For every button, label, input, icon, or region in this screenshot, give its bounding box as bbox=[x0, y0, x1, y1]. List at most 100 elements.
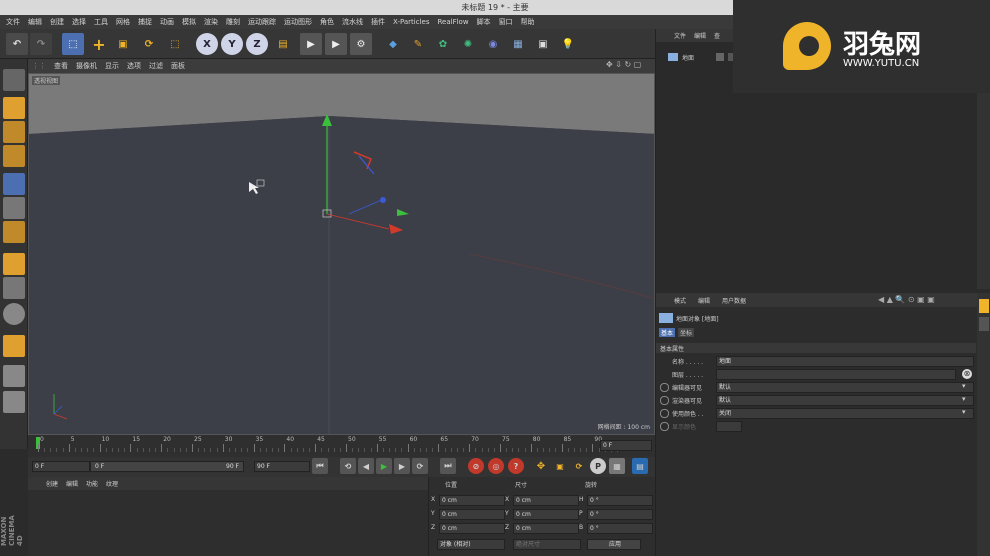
layers-side-tab[interactable] bbox=[979, 317, 989, 331]
select-tool-icon[interactable]: ⬚ bbox=[62, 33, 84, 55]
redo-icon[interactable]: ↷ bbox=[30, 33, 52, 55]
keyframe-selection-icon[interactable]: ? bbox=[508, 458, 524, 474]
camera-icon[interactable]: ▣ bbox=[532, 33, 554, 55]
render-settings-icon[interactable]: ⚙ bbox=[350, 33, 372, 55]
position-field[interactable]: 0 cm bbox=[439, 523, 505, 534]
attr-field[interactable]: 默认 bbox=[716, 382, 974, 393]
floor-icon[interactable]: ▦ bbox=[507, 33, 529, 55]
deformer-icon[interactable]: ◉ bbox=[482, 33, 504, 55]
rotation-field[interactable]: 0 ° bbox=[587, 523, 653, 534]
scale-key-icon[interactable]: ▣ bbox=[552, 458, 568, 474]
animation-toggle-icon[interactable] bbox=[660, 409, 669, 418]
workplane-mode-icon[interactable] bbox=[3, 145, 25, 167]
frame-range-slider[interactable]: 0 F 90 F bbox=[90, 461, 244, 472]
color-swatch[interactable] bbox=[716, 421, 742, 432]
menu-item[interactable]: 流水线 bbox=[342, 17, 363, 27]
menu-item[interactable]: 编辑 bbox=[28, 17, 42, 27]
menu-item[interactable]: 模拟 bbox=[182, 17, 196, 27]
axis-mode-icon[interactable] bbox=[3, 253, 25, 275]
model-mode-icon[interactable] bbox=[3, 97, 25, 119]
apply-button[interactable]: 应用 bbox=[587, 539, 641, 550]
workplane-lock-icon[interactable] bbox=[3, 365, 25, 387]
menu-item[interactable]: 文件 bbox=[6, 17, 20, 27]
record-icon[interactable]: ⊘ bbox=[468, 458, 484, 474]
coord-mode-select[interactable]: 对象 (相对) bbox=[437, 539, 505, 550]
tab-basic[interactable]: 基本 bbox=[659, 328, 676, 337]
viewport-menu-item[interactable]: 摄像机 bbox=[76, 61, 97, 71]
render-view-icon[interactable]: ▶ bbox=[300, 33, 322, 55]
coordinate-system-icon[interactable]: ▤ bbox=[272, 33, 294, 55]
animation-toggle-icon[interactable] bbox=[660, 396, 669, 405]
rotation-field[interactable]: 0 ° bbox=[587, 509, 653, 520]
object-item-floor[interactable]: 地面 bbox=[682, 53, 694, 62]
menu-item[interactable]: 帮助 bbox=[521, 17, 535, 27]
menu-item[interactable]: 插件 bbox=[371, 17, 385, 27]
attr-nav-icons[interactable]: ◀ ▲ 🔍 ⊙ ▣ ▣ bbox=[878, 295, 935, 304]
timeline-window-icon[interactable]: ▤ bbox=[632, 458, 648, 474]
render-picture-viewer-icon[interactable]: ▶ bbox=[325, 33, 347, 55]
material-tab[interactable]: 纹理 bbox=[106, 479, 118, 488]
next-frame-icon[interactable]: ▶ bbox=[394, 458, 410, 474]
move-tool-icon[interactable]: + bbox=[88, 33, 110, 55]
menu-item[interactable]: 脚本 bbox=[477, 17, 491, 27]
position-field[interactable]: 0 cm bbox=[439, 495, 505, 506]
menu-item[interactable]: 窗口 bbox=[499, 17, 513, 27]
snap-icon[interactable] bbox=[3, 303, 25, 325]
attribute-tab[interactable]: 模式 bbox=[674, 296, 686, 305]
subdivision-icon[interactable]: ✿ bbox=[432, 33, 454, 55]
menu-item[interactable]: 网格 bbox=[116, 17, 130, 27]
position-field[interactable]: 0 cm bbox=[439, 509, 505, 520]
light-icon[interactable]: 💡 bbox=[557, 33, 579, 55]
menu-item[interactable]: 捕捉 bbox=[138, 17, 152, 27]
menu-item[interactable]: 角色 bbox=[320, 17, 334, 27]
tab-coord[interactable]: 坐标 bbox=[678, 328, 695, 337]
magnet-icon[interactable] bbox=[3, 335, 25, 357]
make-editable-icon[interactable] bbox=[3, 69, 25, 91]
attribute-tab[interactable]: 编辑 bbox=[698, 296, 710, 305]
attr-field[interactable]: 地面 bbox=[716, 356, 974, 367]
y-axis-lock-button[interactable]: Y bbox=[221, 33, 243, 55]
prev-frame-icon[interactable]: ◀ bbox=[358, 458, 374, 474]
size-field[interactable]: 0 cm bbox=[513, 509, 579, 520]
cube-icon[interactable]: ◆ bbox=[382, 33, 404, 55]
recent-tool-icon[interactable]: ⬚ bbox=[164, 33, 186, 55]
menu-item[interactable]: 创建 bbox=[50, 17, 64, 27]
viewport-menu-item[interactable]: 显示 bbox=[105, 61, 119, 71]
attr-field[interactable]: 默认 bbox=[716, 395, 974, 406]
attributes-side-tab[interactable] bbox=[979, 299, 989, 313]
attribute-tab[interactable]: 用户数据 bbox=[722, 296, 746, 305]
undo-icon[interactable]: ↶ bbox=[6, 33, 28, 55]
animation-toggle-icon[interactable] bbox=[660, 383, 669, 392]
parameter-key-icon[interactable]: P bbox=[590, 458, 606, 474]
visibility-icon[interactable] bbox=[716, 53, 724, 61]
mograph-icon[interactable]: ✺ bbox=[457, 33, 479, 55]
points-mode-icon[interactable] bbox=[3, 173, 25, 195]
menu-item[interactable]: 工具 bbox=[94, 17, 108, 27]
menu-item[interactable]: 渲染 bbox=[204, 17, 218, 27]
viewport-menu-item[interactable]: 选项 bbox=[127, 61, 141, 71]
x-axis-lock-button[interactable]: X bbox=[196, 33, 218, 55]
object-manager-tab[interactable]: 编辑 bbox=[694, 31, 706, 40]
polygons-mode-icon[interactable] bbox=[3, 221, 25, 243]
menu-item[interactable]: RealFlow bbox=[437, 18, 468, 26]
size-mode-select[interactable]: 绝对尺寸 bbox=[513, 539, 581, 550]
animation-toggle-icon[interactable] bbox=[660, 422, 669, 431]
menu-item[interactable]: 运动图形 bbox=[284, 17, 312, 27]
perspective-viewport[interactable]: 透视视图 网格间距 : 100 cm bbox=[28, 73, 655, 435]
menu-item[interactable]: 动画 bbox=[160, 17, 174, 27]
next-key-icon[interactable]: ⟳ bbox=[412, 458, 428, 474]
grid-snap-icon[interactable] bbox=[3, 391, 25, 413]
size-field[interactable]: 0 cm bbox=[513, 523, 579, 534]
go-to-start-icon[interactable]: ⏮ bbox=[312, 458, 328, 474]
end-frame-field[interactable]: 90 F bbox=[254, 461, 310, 472]
object-manager-tab[interactable]: 查 bbox=[714, 31, 720, 40]
size-field[interactable]: 0 cm bbox=[513, 495, 579, 506]
menu-item[interactable]: 选择 bbox=[72, 17, 86, 27]
viewport-nav-icon[interactable]: ✥ ⇩ ↻ ▢ bbox=[606, 60, 641, 69]
menu-item[interactable]: 雕刻 bbox=[226, 17, 240, 27]
current-frame-field[interactable]: 0 F bbox=[600, 440, 652, 451]
menu-item[interactable]: X-Particles bbox=[393, 18, 429, 26]
viewport-menu-item[interactable]: 查看 bbox=[54, 61, 68, 71]
pen-icon[interactable]: ✎ bbox=[407, 33, 429, 55]
material-tab[interactable]: 创建 bbox=[46, 479, 58, 488]
